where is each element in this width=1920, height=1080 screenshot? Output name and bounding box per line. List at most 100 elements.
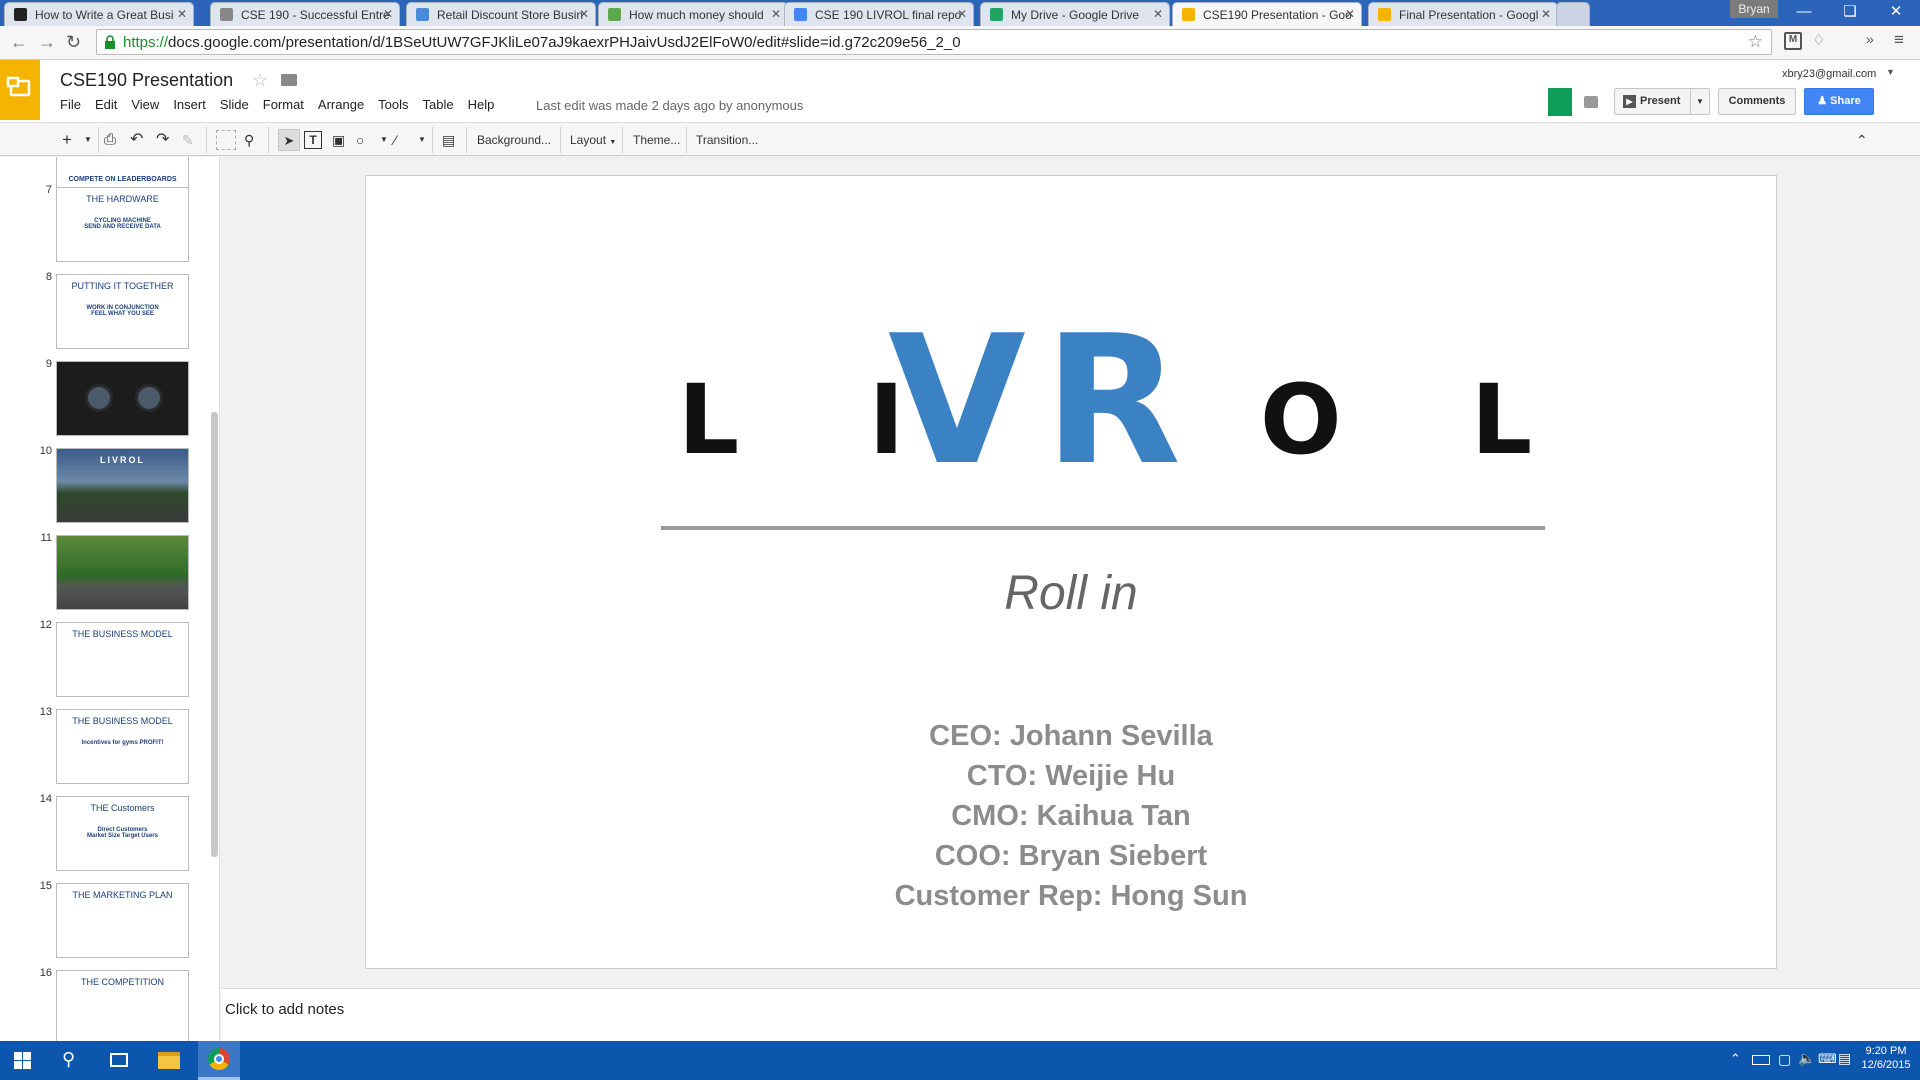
paint-format-icon[interactable]: ✎ [182, 129, 194, 151]
document-title[interactable]: CSE190 Presentation [60, 70, 233, 91]
chrome-menu-icon[interactable]: ≡ [1894, 30, 1904, 50]
action-center-icon[interactable]: ▤ [1838, 1050, 1851, 1067]
volume-icon[interactable]: 🔈 [1798, 1050, 1815, 1067]
slide-thumbnail[interactable]: THE MARKETING PLAN [56, 883, 189, 958]
battery-icon[interactable] [1752, 1055, 1770, 1065]
close-tab-icon[interactable]: ✕ [177, 7, 187, 21]
close-tab-icon[interactable]: ✕ [1153, 7, 1163, 21]
chrome-taskbar-button[interactable] [198, 1041, 240, 1080]
gmail-extension-icon[interactable]: M [1784, 32, 1802, 50]
new-slide-dropdown-icon[interactable]: ▼ [84, 129, 92, 151]
slide-thumbnail[interactable]: THE HARDWARE CYCLING MACHINE SEND AND REC… [56, 187, 189, 262]
menu-view[interactable]: View [131, 97, 159, 112]
back-icon[interactable]: ← [10, 32, 28, 53]
line-icon[interactable]: ∕ [394, 129, 396, 151]
redo-icon[interactable]: ↷ [156, 129, 169, 151]
star-icon[interactable]: ☆ [1748, 32, 1763, 52]
reload-icon[interactable]: ↻ [66, 32, 81, 53]
menu-insert[interactable]: Insert [173, 97, 206, 112]
clock[interactable]: 9:20 PM 12/6/2015 [1856, 1045, 1916, 1071]
network-icon[interactable]: ▢ [1778, 1051, 1791, 1068]
windows-start-icon[interactable] [14, 1052, 31, 1069]
browser-tab[interactable]: How to Write a Great Busi ✕ [4, 2, 194, 26]
slide-thumbnail[interactable]: THE BUSINESS MODEL [56, 622, 189, 697]
transition-button[interactable]: Transition... [696, 129, 758, 151]
search-icon[interactable]: ⚲ [62, 1049, 75, 1070]
comment-icon[interactable]: ▤ [442, 129, 455, 151]
folder-icon[interactable] [281, 74, 297, 86]
account-email[interactable]: xbry23@gmail.com [1782, 68, 1876, 80]
browser-tab[interactable]: How much money should ✕ [598, 2, 788, 26]
slide-thumbnail[interactable]: LIVROL [56, 448, 189, 523]
slide-thumbnail[interactable]: THE COMPETITION [56, 970, 189, 1041]
star-document-icon[interactable]: ☆ [252, 70, 268, 91]
slide-filmstrip[interactable]: COMPETE ON LEADERBOARDS 7 THE HARDWARE CYC… [0, 157, 220, 1041]
extensions-overflow-icon[interactable]: » [1866, 31, 1874, 47]
shape-icon[interactable]: ○ [356, 129, 364, 151]
slide-thumbnail[interactable]: THE BUSINESS MODEL Incentives for gyms PR… [56, 709, 189, 784]
shape-dropdown-icon[interactable]: ▼ [380, 129, 388, 151]
browser-tab[interactable]: CSE 190 - Successful Entre ✕ [210, 2, 400, 26]
text-box-icon[interactable]: T [304, 131, 322, 149]
layout-button[interactable]: Layout ▼ [570, 129, 616, 151]
collapse-header-icon[interactable]: ⌃ [1856, 129, 1868, 151]
browser-tab[interactable]: CSE 190 LIVROL final repo ✕ [784, 2, 974, 26]
task-view-icon[interactable] [110, 1053, 128, 1067]
slide-thumbnail[interactable] [56, 535, 189, 610]
menu-tools[interactable]: Tools [378, 97, 408, 112]
close-tab-icon[interactable]: ✕ [771, 7, 781, 21]
menu-format[interactable]: Format [263, 97, 304, 112]
theme-button[interactable]: Theme... [633, 129, 680, 151]
menu-table[interactable]: Table [423, 97, 454, 112]
slide-tagline[interactable]: Roll in [366, 566, 1776, 621]
speaker-notes[interactable]: Click to add notes [221, 988, 1920, 1041]
menu-edit[interactable]: Edit [95, 97, 117, 112]
close-tab-icon[interactable]: ✕ [579, 7, 589, 21]
minimize-icon[interactable]: — [1781, 0, 1827, 26]
close-tab-icon[interactable]: ✕ [1541, 7, 1551, 21]
notes-placeholder[interactable]: Click to add notes [225, 1001, 344, 1018]
menu-arrange[interactable]: Arrange [318, 97, 364, 112]
slide-thumbnail[interactable] [56, 361, 189, 436]
select-tool-icon[interactable]: ➤ [278, 129, 300, 151]
filmstrip-scrollbar[interactable] [211, 412, 218, 857]
tray-expand-icon[interactable]: ⌃ [1730, 1051, 1741, 1067]
close-window-icon[interactable]: ✕ [1873, 0, 1919, 26]
present-dropdown-icon[interactable]: ▼ [1690, 89, 1709, 114]
keyboard-icon[interactable]: ⌨ [1818, 1051, 1837, 1067]
comments-button[interactable]: Comments [1718, 88, 1796, 115]
comments-history-icon[interactable] [1584, 96, 1598, 108]
new-tab-button[interactable] [1556, 2, 1590, 26]
update-extension-icon[interactable] [1548, 88, 1572, 116]
new-slide-button[interactable]: + [62, 129, 72, 151]
print-icon[interactable]: ⎙ [104, 129, 116, 151]
slide-thumbnail[interactable]: THE Customers Direct Customers Market Siz… [56, 796, 189, 871]
current-slide[interactable]: L I V R O L Roll in CEO: Johann Sevilla C… [365, 175, 1777, 969]
menu-slide[interactable]: Slide [220, 97, 249, 112]
present-button[interactable]: ▶ Present ▼ [1614, 88, 1710, 115]
undo-icon[interactable]: ↶ [130, 129, 143, 151]
slide-thumbnail[interactable]: PUTTING IT TOGETHER WORK IN CONJUNCTION F… [56, 274, 189, 349]
close-tab-icon[interactable]: ✕ [957, 7, 967, 21]
browser-tab[interactable]: Final Presentation - Googl ✕ [1368, 2, 1558, 26]
file-explorer-icon[interactable] [158, 1052, 180, 1069]
slides-logo[interactable] [0, 60, 40, 120]
account-dropdown-icon[interactable]: ▼ [1886, 67, 1895, 77]
close-tab-icon[interactable]: ✕ [1345, 7, 1355, 21]
zoom-icon[interactable]: ⚲ [244, 129, 254, 151]
last-edit-status[interactable]: Last edit was made 2 days ago by anonymo… [536, 98, 803, 113]
share-button[interactable]: ♟ Share [1804, 88, 1874, 115]
profile-chip[interactable]: Bryan [1730, 0, 1778, 18]
close-tab-icon[interactable]: ✕ [383, 7, 393, 21]
browser-tab[interactable]: My Drive - Google Drive ✕ [980, 2, 1170, 26]
zoom-fit-icon[interactable] [216, 130, 236, 150]
menu-help[interactable]: Help [468, 97, 495, 112]
menu-file[interactable]: File [60, 97, 81, 112]
line-dropdown-icon[interactable]: ▼ [418, 129, 426, 151]
browser-tab[interactable]: CSE190 Presentation - Goo ✕ [1172, 2, 1362, 26]
forward-icon[interactable]: → [38, 32, 56, 53]
url-input[interactable]: https://docs.google.com/presentation/d/1… [96, 29, 1772, 55]
browser-tab[interactable]: Retail Discount Store Busin ✕ [406, 2, 596, 26]
image-icon[interactable]: ▣ [332, 129, 345, 151]
team-list[interactable]: CEO: Johann Sevilla CTO: Weijie Hu CMO: Ka… [366, 716, 1776, 916]
